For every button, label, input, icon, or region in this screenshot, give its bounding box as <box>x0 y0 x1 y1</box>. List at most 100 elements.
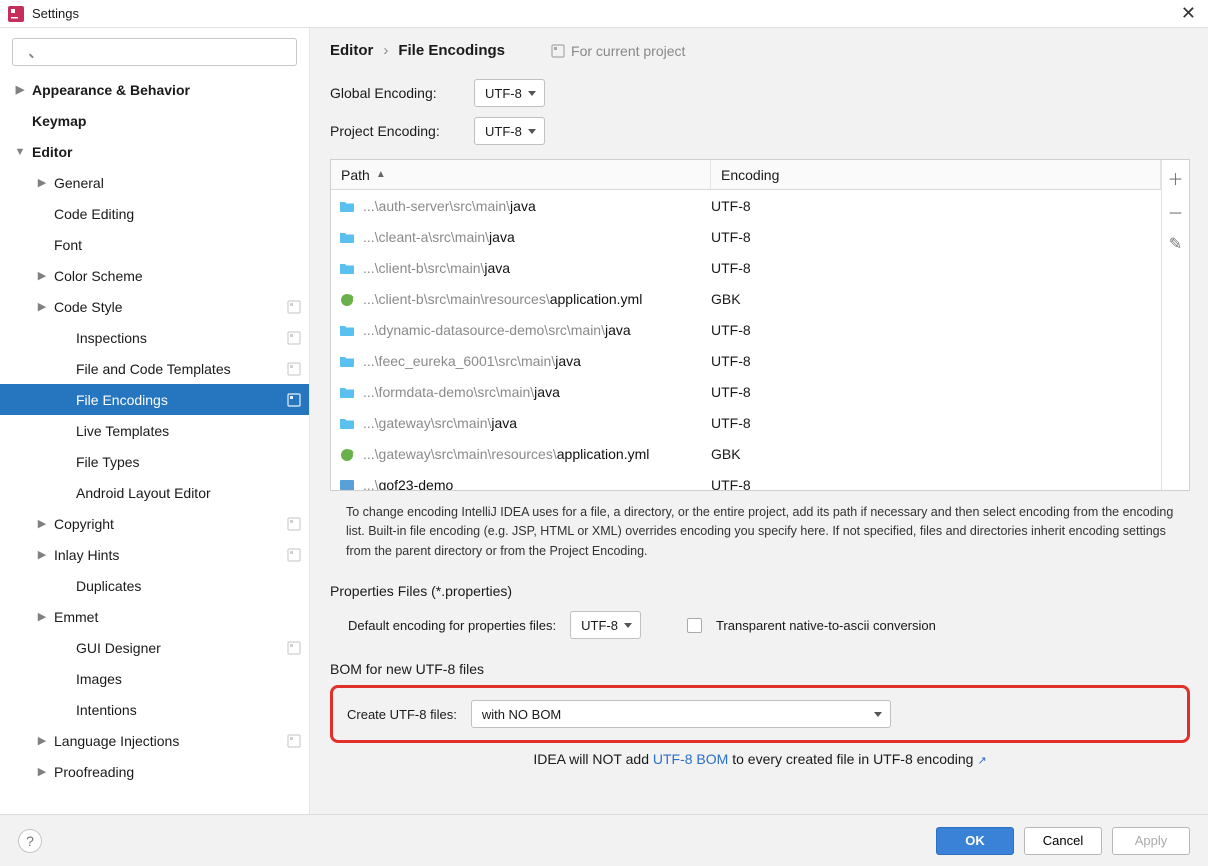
sidebar-item-label: File Types <box>76 454 140 470</box>
sidebar-item-label: Inspections <box>76 330 147 346</box>
sidebar-item-label: Code Style <box>54 299 122 315</box>
sidebar-item-label: Code Editing <box>54 206 134 222</box>
sidebar-item-file-types[interactable]: File Types <box>0 446 309 477</box>
sidebar-item-file-encodings[interactable]: File Encodings <box>0 384 309 415</box>
sidebar-item-label: Live Templates <box>76 423 169 439</box>
sidebar-item-duplicates[interactable]: Duplicates <box>0 570 309 601</box>
sidebar-item-inspections[interactable]: Inspections <box>0 322 309 353</box>
sidebar-item-font[interactable]: Font <box>0 229 309 260</box>
project-scope-icon <box>287 734 301 748</box>
for-project-label: For current project <box>551 43 685 59</box>
sidebar-item-file-and-code-templates[interactable]: File and Code Templates <box>0 353 309 384</box>
encoding-table: Path▲ Encoding ...\auth-server\src\main\… <box>330 159 1190 491</box>
sidebar-item-label: Proofreading <box>54 764 134 780</box>
chevron-right-icon: › <box>383 42 388 59</box>
edit-icon[interactable]: ✎ <box>1169 234 1182 254</box>
sidebar-item-color-scheme[interactable]: ▶Color Scheme <box>0 260 309 291</box>
transparent-ascii-checkbox[interactable] <box>687 618 702 633</box>
sidebar-item-code-editing[interactable]: Code Editing <box>0 198 309 229</box>
table-row[interactable]: ...\dynamic-datasource-demo\src\main\jav… <box>331 314 1161 345</box>
sidebar-item-label: Images <box>76 671 122 687</box>
sidebar-item-inlay-hints[interactable]: ▶Inlay Hints <box>0 539 309 570</box>
external-link-icon: ↗ <box>977 755 986 767</box>
ok-button[interactable]: OK <box>936 827 1014 855</box>
global-encoding-label: Global Encoding: <box>330 85 460 101</box>
apply-button[interactable]: Apply <box>1112 827 1190 855</box>
breadcrumb-leaf: File Encodings <box>398 42 505 59</box>
help-button[interactable]: ? <box>18 829 42 853</box>
chevron-icon: ▶ <box>34 300 50 313</box>
folder-icon <box>339 261 355 275</box>
folder-icon <box>339 230 355 244</box>
sidebar-item-label: Editor <box>32 144 72 160</box>
project-encoding-label: Project Encoding: <box>330 123 460 139</box>
sidebar-item-images[interactable]: Images <box>0 663 309 694</box>
folder-icon <box>339 354 355 368</box>
create-utf8-select[interactable]: with NO BOM <box>471 700 891 728</box>
module-icon <box>339 478 355 491</box>
sidebar-item-label: Color Scheme <box>54 268 143 284</box>
global-encoding-select[interactable]: UTF-8 <box>474 79 545 107</box>
sidebar-item-label: Font <box>54 237 82 253</box>
create-utf8-label: Create UTF-8 files: <box>347 707 457 722</box>
sidebar-item-label: Duplicates <box>76 578 141 594</box>
app-icon <box>8 6 24 22</box>
chevron-icon: ▶ <box>34 517 50 530</box>
col-path[interactable]: Path▲ <box>331 160 711 189</box>
project-icon <box>551 44 565 58</box>
cancel-button[interactable]: Cancel <box>1024 827 1102 855</box>
sidebar-item-language-injections[interactable]: ▶ Language Injections <box>0 725 309 756</box>
sidebar-item-appearance-behavior[interactable]: ▶Appearance & Behavior <box>0 74 309 105</box>
settings-tree: ▶Appearance & BehaviorKeymap▼Editor▶Gene… <box>0 74 309 814</box>
search-input[interactable] <box>12 38 297 66</box>
breadcrumb: Editor › File Encodings For current proj… <box>330 42 1190 59</box>
sidebar-item-live-templates[interactable]: Live Templates <box>0 415 309 446</box>
sidebar-item-label: Language Injections <box>54 733 179 749</box>
table-row[interactable]: ...\auth-server\src\main\javaUTF-8 <box>331 190 1161 221</box>
sidebar-item-label: File and Code Templates <box>76 361 231 377</box>
sidebar-item-proofreading[interactable]: ▶Proofreading <box>0 756 309 787</box>
add-icon[interactable]: ＋ <box>1167 166 1183 190</box>
sidebar-item-general[interactable]: ▶General <box>0 167 309 198</box>
folder-icon <box>339 385 355 399</box>
transparent-ascii-label: Transparent native-to-ascii conversion <box>716 618 936 633</box>
properties-section-label: Properties Files (*.properties) <box>330 583 1190 599</box>
utf8-bom-link[interactable]: UTF-8 BOM <box>653 751 728 767</box>
window-title: Settings <box>32 6 79 21</box>
sort-asc-icon: ▲ <box>376 169 386 180</box>
col-encoding[interactable]: Encoding <box>711 160 1161 189</box>
properties-encoding-select[interactable]: UTF-8 <box>570 611 641 639</box>
table-row[interactable]: ...\gateway\src\main\resources\applicati… <box>331 438 1161 469</box>
remove-icon[interactable]: － <box>1167 200 1183 224</box>
bom-hint: IDEA will NOT add UTF-8 BOM to every cre… <box>330 751 1190 767</box>
properties-default-label: Default encoding for properties files: <box>348 618 556 633</box>
project-scope-icon <box>287 517 301 531</box>
chevron-icon: ▶ <box>34 734 50 747</box>
project-scope-icon <box>287 362 301 376</box>
sidebar-item-editor[interactable]: ▼Editor <box>0 136 309 167</box>
sidebar-item-keymap[interactable]: Keymap <box>0 105 309 136</box>
sidebar-item-label: Appearance & Behavior <box>32 82 190 98</box>
close-icon[interactable]: ✕ <box>1177 3 1200 24</box>
table-row[interactable]: ...\feec_eureka_6001\src\main\javaUTF-8 <box>331 345 1161 376</box>
yaml-file-icon <box>339 447 355 461</box>
sidebar-item-label: File Encodings <box>76 392 168 408</box>
chevron-icon: ▶ <box>34 548 50 561</box>
sidebar-item-emmet[interactable]: ▶Emmet <box>0 601 309 632</box>
sidebar-item-code-style[interactable]: ▶ Code Style <box>0 291 309 322</box>
titlebar: Settings ✕ <box>0 0 1208 28</box>
table-row[interactable]: ...\cleant-a\src\main\javaUTF-8 <box>331 221 1161 252</box>
table-row[interactable]: ...\gof23-demoUTF-8 <box>331 469 1161 490</box>
folder-icon <box>339 199 355 213</box>
project-scope-icon <box>287 548 301 562</box>
table-row[interactable]: ...\client-b\src\main\javaUTF-8 <box>331 252 1161 283</box>
table-row[interactable]: ...\formdata-demo\src\main\javaUTF-8 <box>331 376 1161 407</box>
sidebar-item-label: General <box>54 175 104 191</box>
sidebar-item-copyright[interactable]: ▶Copyright <box>0 508 309 539</box>
table-row[interactable]: ...\client-b\src\main\resources\applicat… <box>331 283 1161 314</box>
sidebar-item-gui-designer[interactable]: GUI Designer <box>0 632 309 663</box>
project-encoding-select[interactable]: UTF-8 <box>474 117 545 145</box>
table-row[interactable]: ...\gateway\src\main\javaUTF-8 <box>331 407 1161 438</box>
sidebar-item-intentions[interactable]: Intentions <box>0 694 309 725</box>
sidebar-item-android-layout-editor[interactable]: Android Layout Editor <box>0 477 309 508</box>
